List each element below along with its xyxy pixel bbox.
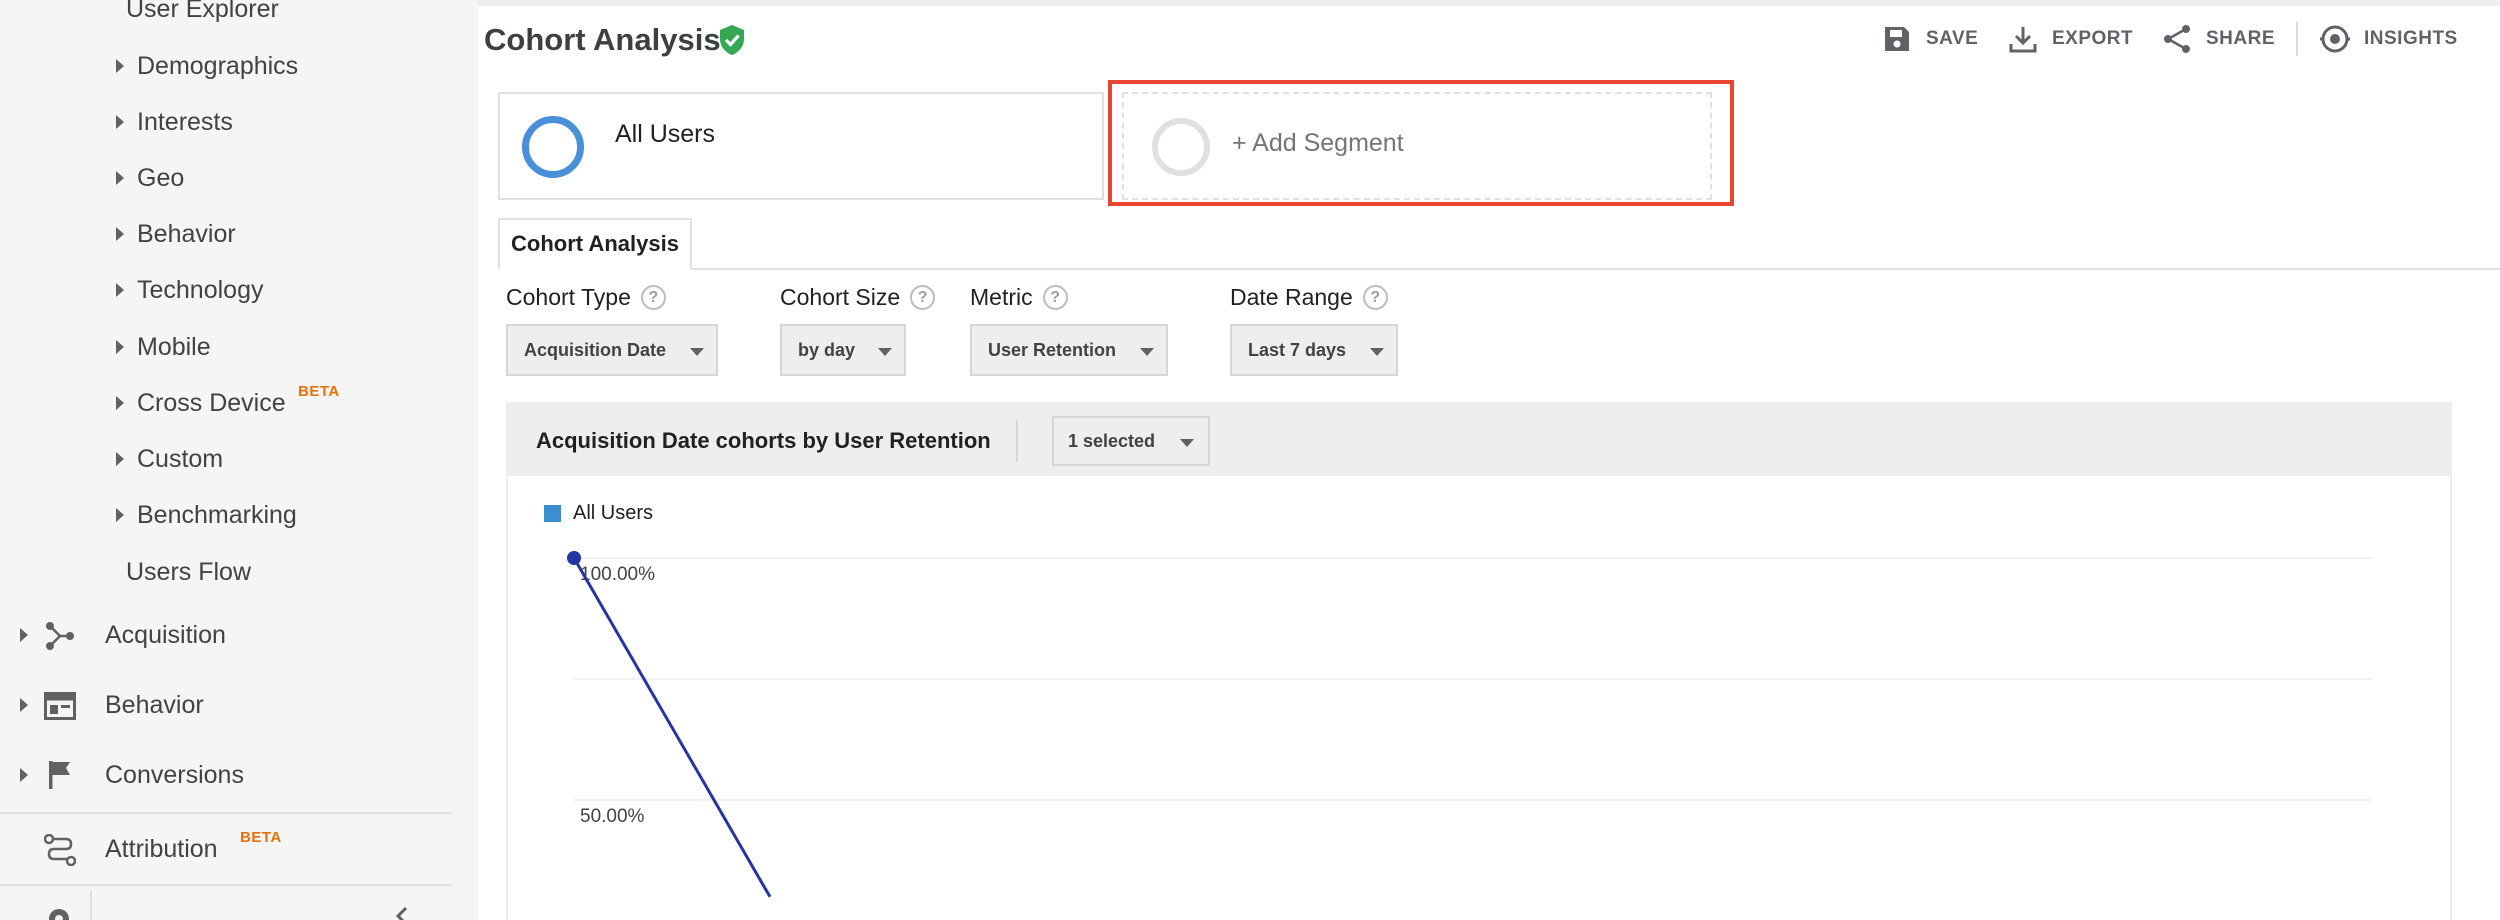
dropdown-arrow-icon (1140, 348, 1154, 356)
insights-icon (2320, 25, 2350, 53)
line-chart: 100.00% 50.00% (567, 551, 2372, 898)
cohort-type-label: Cohort Type ? (506, 284, 666, 311)
add-segment-label: + Add Segment (1232, 129, 1404, 157)
caret-right-icon (116, 396, 124, 410)
flag-icon (49, 761, 70, 789)
caret-right-icon (116, 283, 124, 297)
beta-badge: BETA (240, 829, 282, 846)
y-tick-label: 50.00% (580, 806, 645, 827)
action-separator (2296, 22, 2298, 56)
insights-label: INSIGHTS (2364, 28, 2458, 49)
sidebar-item-label: Interests (137, 108, 233, 136)
shield-check-icon (720, 25, 744, 55)
add-segment-button[interactable]: + Add Segment (1108, 92, 1712, 200)
date-range-dropdown[interactable]: Last 7 days (1230, 324, 1398, 376)
filter-label-text: Cohort Size (780, 284, 901, 310)
save-label: SAVE (1926, 28, 1979, 49)
caret-right-icon (116, 171, 124, 185)
filter-label-text: Metric (970, 284, 1033, 310)
main-content: Cohort Analysis SAVE EXPORT SHARE INSIGH… (478, 0, 2500, 920)
page-title: Cohort Analysis (484, 22, 721, 57)
caret-right-icon (116, 452, 124, 466)
cohort-size-dropdown[interactable]: by day (780, 324, 906, 376)
chart-panel: Acquisition Date cohorts by User Retenti… (506, 402, 2452, 920)
beta-badge: BETA (298, 383, 340, 400)
series-line (572, 557, 772, 898)
segment-label: All Users (615, 120, 716, 148)
caret-right-icon (20, 628, 28, 642)
dropdown-value: Last 7 days (1248, 339, 1347, 360)
top-border (478, 0, 2500, 6)
export-label: EXPORT (2052, 28, 2134, 49)
sidebar-item-label: Demographics (137, 52, 299, 80)
sidebar-nav: User Explorer Demographics Interests Geo… (0, 0, 478, 920)
caret-right-icon (20, 698, 28, 712)
behavior-icon (44, 692, 76, 720)
acquisition-icon (46, 622, 74, 650)
dropdown-value: by day (798, 339, 856, 360)
sidebar-divider (0, 812, 452, 814)
dropdown-value: Acquisition Date (524, 339, 667, 360)
attribution-icon (44, 834, 76, 866)
segment-ring-icon (522, 116, 584, 178)
sidebar-divider (0, 884, 452, 886)
data-point[interactable] (567, 551, 581, 565)
sidebar-item-label: Benchmarking (137, 501, 297, 529)
sidebar-item-label: Behavior (137, 220, 236, 248)
dropdown-arrow-icon (1370, 348, 1384, 356)
help-icon[interactable]: ? (1042, 285, 1068, 310)
dropdown-value: User Retention (988, 339, 1117, 360)
date-range-label: Date Range ? (1230, 284, 1388, 311)
share-button[interactable]: SHARE (2162, 22, 2275, 56)
dropdown-arrow-icon (878, 348, 892, 356)
save-icon (1885, 27, 1909, 51)
sidebar-item-label: Mobile (137, 333, 211, 361)
caret-right-icon (116, 508, 124, 522)
metric-dropdown[interactable]: User Retention (970, 324, 1168, 376)
sidebar-footer-divider (90, 890, 92, 920)
sidebar-item-label: Technology (137, 276, 264, 304)
cohort-size-label: Cohort Size ? (780, 284, 936, 311)
sidebar-item-users-flow[interactable]: Users Flow (126, 557, 251, 587)
y-tick-label: 100.00% (580, 564, 655, 585)
sidebar-section-label: Behavior (105, 691, 204, 719)
collapse-chevron-icon[interactable] (392, 906, 412, 920)
share-label: SHARE (2206, 28, 2276, 49)
sidebar-section-label: Acquisition (105, 621, 226, 649)
tab-cohort-analysis[interactable]: Cohort Analysis (498, 218, 692, 270)
export-button[interactable]: EXPORT (2008, 22, 2133, 56)
caret-right-icon (116, 227, 124, 241)
caret-right-icon (116, 115, 124, 129)
help-icon[interactable]: ? (640, 285, 666, 310)
filter-label-text: Cohort Type (506, 284, 631, 310)
caret-right-icon (116, 59, 124, 73)
save-button[interactable]: SAVE (1882, 22, 1978, 56)
sidebar-item-label: Geo (137, 164, 185, 192)
share-icon (2164, 25, 2190, 53)
dropdown-arrow-icon (690, 348, 704, 356)
segment-ring-empty-icon (1152, 118, 1210, 176)
download-icon (2009, 27, 2037, 53)
sidebar-item-label: Cross Device (137, 389, 286, 417)
filter-label-text: Date Range (1230, 284, 1353, 310)
sidebar-section-label: Conversions (105, 761, 244, 789)
help-icon[interactable]: ? (910, 285, 936, 310)
insights-button[interactable]: INSIGHTS (2320, 22, 2458, 56)
segment-all-users[interactable]: All Users (498, 92, 1104, 200)
tab-bar (498, 268, 2500, 270)
sidebar-item-label: Custom (137, 445, 224, 473)
caret-right-icon (116, 340, 124, 354)
cohort-type-dropdown[interactable]: Acquisition Date (506, 324, 718, 376)
caret-right-icon (20, 768, 28, 782)
gear-icon[interactable] (44, 904, 74, 920)
help-icon[interactable]: ? (1362, 285, 1388, 310)
sidebar-section-label: Attribution (105, 835, 218, 863)
metric-label: Metric ? (970, 284, 1068, 311)
sidebar-item-user-explorer[interactable]: User Explorer (126, 0, 279, 24)
add-segment-dashed-box: + Add Segment (1122, 92, 1712, 200)
